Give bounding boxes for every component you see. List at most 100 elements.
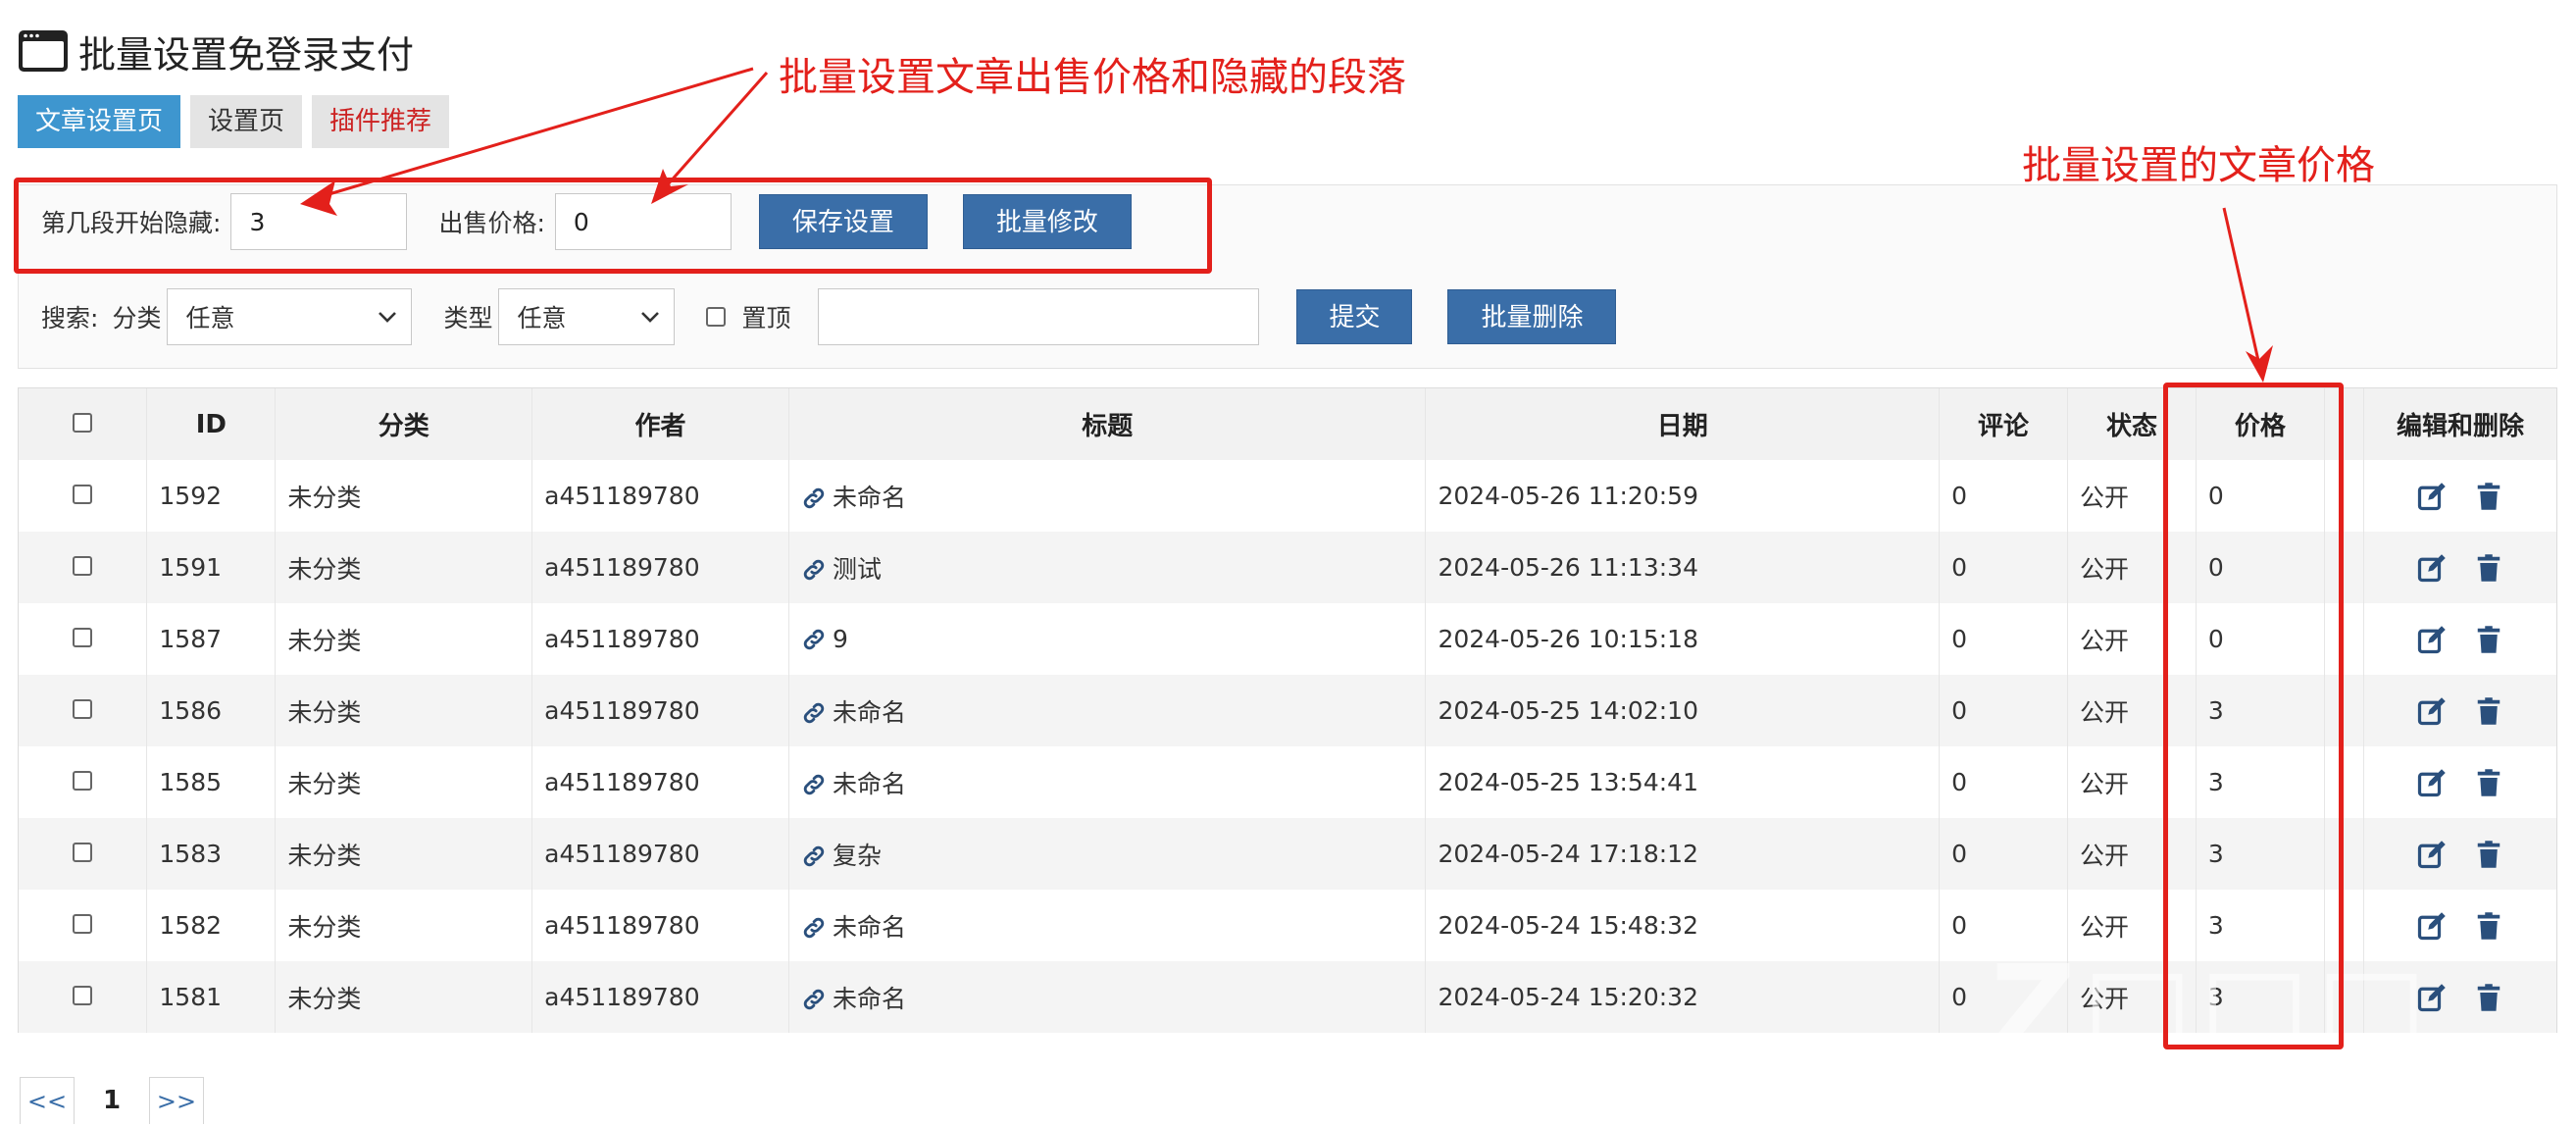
cell-comments: 0 xyxy=(1939,532,2068,603)
edit-icon[interactable] xyxy=(2417,625,2447,654)
row-select-cell xyxy=(19,746,147,818)
cell-title: 未命名 xyxy=(787,890,1426,961)
cell-category: 未分类 xyxy=(275,890,532,961)
cell-category: 未分类 xyxy=(275,746,532,818)
cell-date: 2024-05-26 10:15:18 xyxy=(1425,603,1940,675)
link-icon xyxy=(803,559,825,580)
type-label: 类型 xyxy=(443,304,493,332)
title-link[interactable]: 未命名 xyxy=(833,913,906,942)
cell-date: 2024-05-26 11:13:34 xyxy=(1425,532,1940,603)
cell-actions xyxy=(2363,460,2556,532)
cell-author: a451189780 xyxy=(531,746,789,818)
cell-actions xyxy=(2363,532,2556,603)
annotation-box-price xyxy=(2163,383,2344,1049)
row-checkbox[interactable] xyxy=(73,986,93,1005)
pagination: << 1 >> xyxy=(20,1077,204,1124)
title-link[interactable]: 复杂 xyxy=(833,842,882,870)
cell-id: 1587 xyxy=(146,603,276,675)
trash-icon[interactable] xyxy=(2474,696,2503,726)
row-checkbox[interactable] xyxy=(73,556,93,576)
trash-icon[interactable] xyxy=(2474,553,2503,583)
row-select-cell xyxy=(19,603,147,675)
edit-icon[interactable] xyxy=(2417,482,2447,511)
row-select-cell xyxy=(19,818,147,890)
row-checkbox[interactable] xyxy=(73,628,93,647)
submit-button[interactable]: 提交 xyxy=(1296,289,1413,344)
cell-comments: 0 xyxy=(1939,603,2068,675)
cell-comments: 0 xyxy=(1939,460,2068,532)
trash-icon[interactable] xyxy=(2474,625,2503,654)
cell-author: a451189780 xyxy=(531,961,789,1033)
edit-icon[interactable] xyxy=(2417,840,2447,869)
select-all-checkbox[interactable] xyxy=(73,412,93,433)
trash-icon[interactable] xyxy=(2474,482,2503,511)
next-page-button[interactable]: >> xyxy=(149,1077,204,1124)
cell-category: 未分类 xyxy=(275,603,532,675)
cell-date: 2024-05-24 15:48:32 xyxy=(1425,890,1940,961)
cell-id: 1583 xyxy=(146,818,276,890)
header-title: 标题 xyxy=(787,388,1426,460)
type-select[interactable]: 任意 xyxy=(498,288,676,345)
cell-id: 1581 xyxy=(146,961,276,1033)
title-link[interactable]: 未命名 xyxy=(833,484,906,512)
cell-author: a451189780 xyxy=(531,818,789,890)
cell-title: 未命名 xyxy=(787,460,1426,532)
tab-article-settings[interactable]: 文章设置页 xyxy=(18,95,181,148)
cell-author: a451189780 xyxy=(531,603,789,675)
tab-plugin-recommend[interactable]: 插件推荐 xyxy=(312,95,450,148)
title-link[interactable]: 测试 xyxy=(833,555,882,584)
cell-category: 未分类 xyxy=(275,961,532,1033)
title-link[interactable]: 9 xyxy=(833,625,848,653)
row-select-cell xyxy=(19,460,147,532)
top-label: 置顶 xyxy=(741,304,791,332)
title-link[interactable]: 未命名 xyxy=(833,770,906,798)
keyword-input[interactable] xyxy=(818,288,1260,345)
cell-author: a451189780 xyxy=(531,675,789,746)
annotation-top-note: 批量设置文章出售价格和隐藏的段落 xyxy=(779,55,1406,100)
row-select-cell xyxy=(19,890,147,961)
trash-icon[interactable] xyxy=(2474,768,2503,797)
top-checkbox[interactable] xyxy=(706,307,727,327)
search-row: 搜索: 分类 任意 类型 任意 置顶 提交 批量删除 xyxy=(41,288,1617,345)
annotation-price-note: 批量设置的文章价格 xyxy=(2022,143,2375,188)
row-select-cell xyxy=(19,532,147,603)
batch-delete-button[interactable]: 批量删除 xyxy=(1447,289,1617,344)
row-checkbox[interactable] xyxy=(73,843,93,862)
link-icon xyxy=(803,487,825,508)
cell-comments: 0 xyxy=(1939,746,2068,818)
search-label: 搜索: xyxy=(41,304,99,332)
edit-icon[interactable] xyxy=(2417,553,2447,583)
cell-title: 9 xyxy=(787,603,1426,675)
prev-page-button[interactable]: << xyxy=(20,1077,75,1124)
trash-icon[interactable] xyxy=(2474,911,2503,941)
title-link[interactable]: 未命名 xyxy=(833,698,906,727)
link-icon xyxy=(803,629,825,650)
edit-icon[interactable] xyxy=(2417,911,2447,941)
header-comments: 评论 xyxy=(1939,388,2068,460)
cell-id: 1592 xyxy=(146,460,276,532)
edit-icon[interactable] xyxy=(2417,696,2447,726)
row-checkbox[interactable] xyxy=(73,914,93,934)
cell-date: 2024-05-26 11:20:59 xyxy=(1425,460,1940,532)
row-checkbox[interactable] xyxy=(73,485,93,504)
cell-title: 复杂 xyxy=(787,818,1426,890)
cell-comments: 0 xyxy=(1939,675,2068,746)
title-link[interactable]: 未命名 xyxy=(833,985,906,1013)
select-all-cell xyxy=(19,388,147,460)
category-select[interactable]: 任意 xyxy=(167,288,413,345)
window-icon xyxy=(19,30,68,72)
cell-date: 2024-05-25 13:54:41 xyxy=(1425,746,1940,818)
header-id: ID xyxy=(146,388,276,460)
link-icon xyxy=(803,917,825,938)
row-checkbox[interactable] xyxy=(73,771,93,791)
link-icon xyxy=(803,702,825,723)
trash-icon[interactable] xyxy=(2474,840,2503,869)
category-select-value: 任意 xyxy=(185,304,235,332)
trash-icon[interactable] xyxy=(2474,983,2503,1012)
tab-settings[interactable]: 设置页 xyxy=(190,95,303,148)
edit-icon[interactable] xyxy=(2417,768,2447,797)
cell-actions xyxy=(2363,818,2556,890)
chevron-down-icon xyxy=(641,312,660,323)
row-checkbox[interactable] xyxy=(73,699,93,719)
header-date: 日期 xyxy=(1425,388,1940,460)
